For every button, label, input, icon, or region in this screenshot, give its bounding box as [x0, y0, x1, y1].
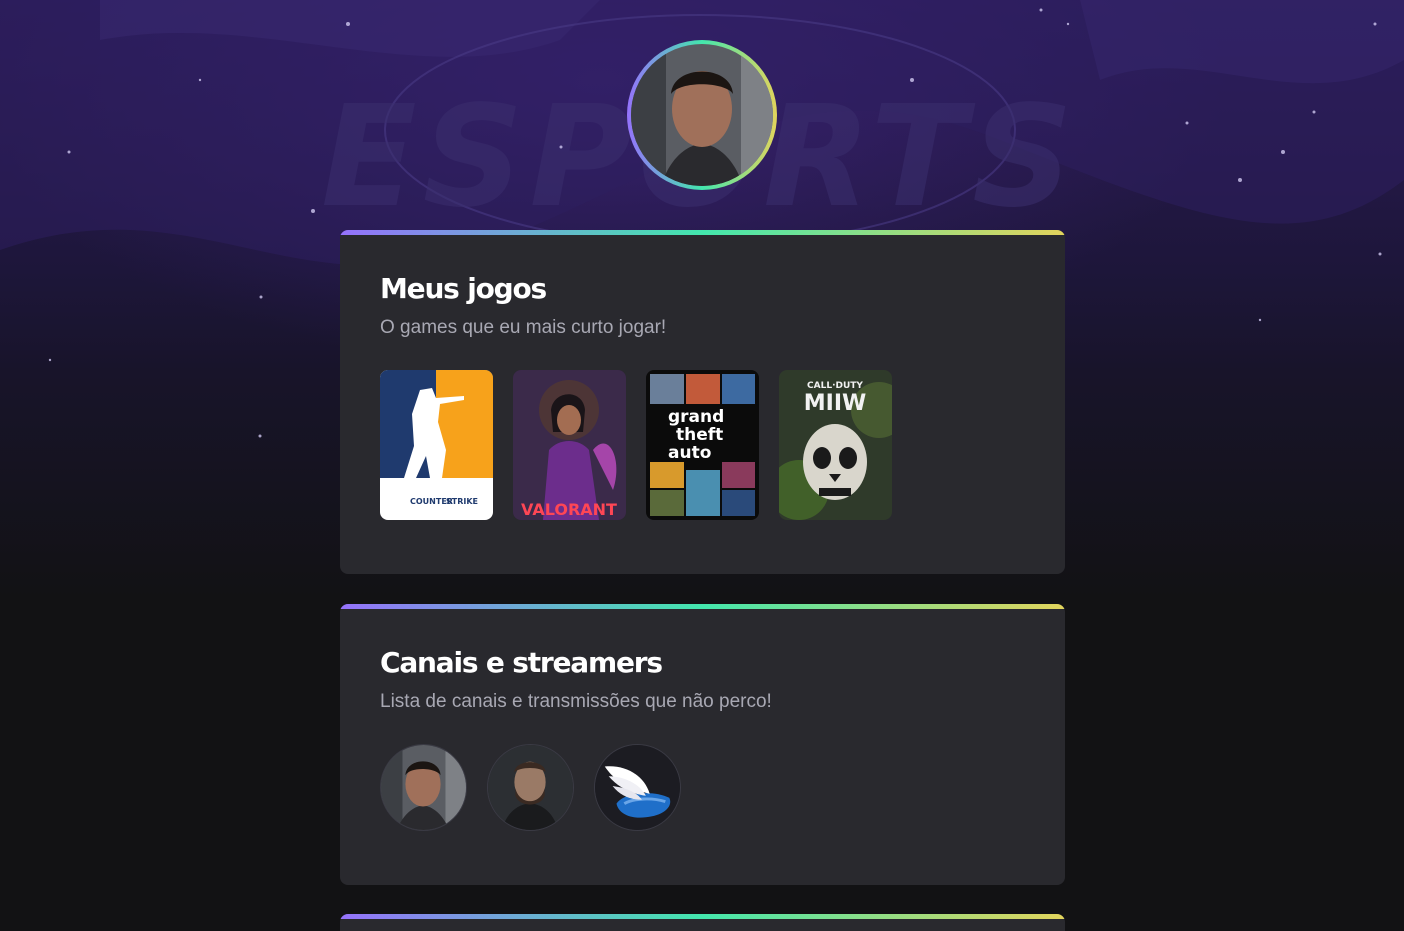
channel-avatar-1[interactable]	[380, 744, 467, 831]
channel-avatar-2[interactable]	[487, 744, 574, 831]
svg-text:grand: grand	[668, 407, 724, 427]
game-counter-strike[interactable]: COUNTER STRIKE	[380, 370, 493, 520]
svg-text:CALL·DUTY: CALL·DUTY	[807, 381, 863, 391]
games-card: Meus jogos O games que eu mais curto jog…	[340, 230, 1065, 574]
games-title: Meus jogos	[380, 272, 547, 305]
svg-text:auto: auto	[668, 443, 711, 463]
channels-title: Canais e streamers	[380, 646, 663, 679]
avatar-photo	[631, 44, 773, 186]
svg-text:MIIW: MIIW	[804, 391, 867, 416]
profile-avatar[interactable]	[627, 40, 777, 190]
channels-list	[380, 744, 681, 831]
game-gta-v[interactable]: grand theft auto	[646, 370, 759, 520]
svg-text:STRIKE: STRIKE	[446, 497, 478, 506]
channel-avatar-3[interactable]	[594, 744, 681, 831]
channels-subtitle: Lista de canais e transmissões que não p…	[380, 691, 772, 712]
channels-card: Canais e streamers Lista de canais e tra…	[340, 604, 1065, 885]
svg-text:theft: theft	[676, 425, 723, 445]
next-card	[340, 914, 1065, 931]
game-call-of-duty-mwii[interactable]: CALL·DUTY MIIW	[779, 370, 892, 520]
games-subtitle: O games que eu mais curto jogar!	[380, 317, 667, 338]
svg-text:VALORANT: VALORANT	[521, 500, 617, 519]
game-valorant[interactable]: VALORANT	[513, 370, 626, 520]
games-list: COUNTER STRIKE VALORANT grand theft auto…	[380, 370, 892, 520]
